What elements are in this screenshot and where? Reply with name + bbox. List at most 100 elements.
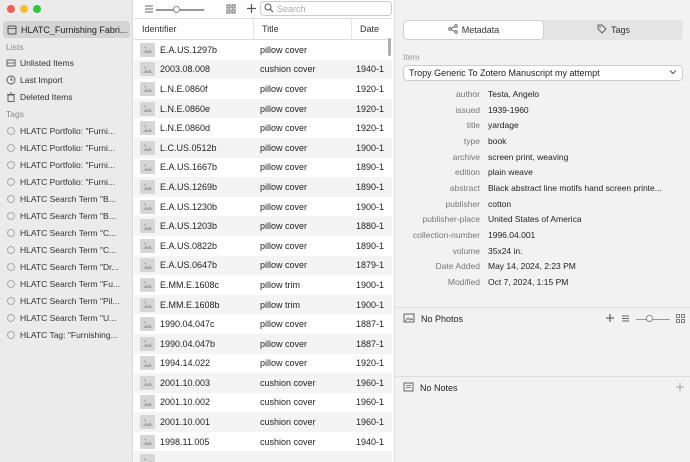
- table-row[interactable]: 1990.04.047c pillow cover 1887-1: [134, 314, 392, 334]
- list-view-icon[interactable]: [144, 4, 154, 16]
- photo-list-view-icon[interactable]: [621, 314, 630, 325]
- photo-thumbnail-icon: [140, 356, 155, 371]
- metadata-field[interactable]: publisher-place United States of America: [395, 212, 690, 228]
- cell-identifier: E.A.US.1269b: [134, 179, 254, 194]
- table-row[interactable]: 2003.08.008 cushion cover 1940-1: [134, 59, 392, 80]
- field-value[interactable]: screen print, weaving: [488, 152, 678, 162]
- table-row[interactable]: L.N.E.0860e pillow cover 1920-1: [134, 98, 392, 119]
- tab-metadata[interactable]: Metadata: [403, 20, 544, 40]
- tag-item[interactable]: HLATC Search Term "Pil...: [6, 293, 130, 308]
- table-row[interactable]: [134, 451, 392, 462]
- field-value[interactable]: 1996.04.001: [488, 230, 678, 240]
- field-value[interactable]: Oct 7, 2024, 1:15 PM: [488, 277, 678, 287]
- table-row[interactable]: L.C.US.0512b pillow cover 1900-1: [134, 137, 392, 158]
- column-header-identifier[interactable]: Identifier: [134, 19, 254, 40]
- list-item-unlisted[interactable]: Unlisted Items: [6, 55, 130, 70]
- tag-item[interactable]: HLATC Search Term "Fu...: [6, 276, 130, 291]
- tag-item[interactable]: HLATC Search Term "B...: [6, 191, 130, 206]
- tag-item[interactable]: HLATC Search Term "C...: [6, 225, 130, 240]
- metadata-field[interactable]: abstract Black abstract line motifs hand …: [395, 180, 690, 196]
- field-value[interactable]: 1939-1960: [488, 105, 678, 115]
- table-row[interactable]: E.A.US.1203b pillow cover 1880-1: [134, 216, 392, 236]
- tag-circle-icon: [7, 296, 15, 305]
- metadata-field[interactable]: edition plain weave: [395, 164, 690, 180]
- tag-label: HLATC Portfolio: "Furni...: [20, 125, 115, 136]
- table-row[interactable]: 2001.10.002 cushion cover 1960-1: [134, 393, 392, 413]
- tag-item[interactable]: HLATC Portfolio: "Furni...: [6, 157, 130, 172]
- table-row[interactable]: 2001.10.001 cushion cover 1960-1: [134, 412, 392, 432]
- field-value[interactable]: book: [488, 136, 678, 146]
- tag-label: HLATC Search Term "B...: [20, 193, 116, 204]
- zoom-slider-knob[interactable]: [173, 6, 180, 13]
- metadata-field[interactable]: Modified Oct 7, 2024, 1:15 PM: [395, 274, 690, 290]
- grid-view-icon[interactable]: [226, 4, 236, 16]
- field-value[interactable]: Testa, Angelo: [488, 89, 678, 99]
- field-value[interactable]: United States of America: [488, 214, 678, 224]
- table-row[interactable]: E.A.US.1269b pillow cover 1890-1: [134, 177, 392, 197]
- metadata-field[interactable]: volume 35x24 in.: [395, 243, 690, 259]
- list-item-last-import[interactable]: Last Import: [6, 72, 130, 87]
- add-photo-icon[interactable]: [605, 313, 615, 325]
- field-value[interactable]: Black abstract line motifs hand screen p…: [488, 183, 678, 193]
- field-value[interactable]: yardage: [488, 120, 678, 130]
- metadata-field[interactable]: collection-number 1996.04.001: [395, 227, 690, 243]
- metadata-field[interactable]: type book: [395, 133, 690, 149]
- zoom-slider-track[interactable]: [156, 9, 204, 11]
- item-section-label: Item: [403, 52, 420, 62]
- tag-item[interactable]: HLATC Search Term "U...: [6, 310, 130, 325]
- add-note-icon[interactable]: [675, 382, 685, 394]
- photo-zoom-slider[interactable]: [636, 315, 670, 323]
- tag-item[interactable]: HLATC Portfolio: "Furni...: [6, 174, 130, 189]
- cell-date: 1890-1: [356, 240, 385, 251]
- photo-grid-view-icon[interactable]: [676, 313, 685, 325]
- zoom-slider[interactable]: [144, 4, 236, 14]
- table-row[interactable]: L.N.E.0860d pillow cover 1920-1: [134, 118, 392, 138]
- add-item-icon[interactable]: [246, 3, 257, 16]
- table-row[interactable]: 1990.04.047b pillow cover 1887-1: [134, 333, 392, 354]
- table-row[interactable]: E.MM.E.1608c pillow trim 1900-1: [134, 275, 392, 295]
- tag-item[interactable]: HLATC Search Term "Dr...: [6, 259, 130, 274]
- field-value[interactable]: 35x24 in.: [488, 246, 678, 256]
- table-row[interactable]: E.A.US.1297b pillow cover: [134, 40, 392, 60]
- list-item-deleted[interactable]: Deleted Items: [6, 89, 130, 104]
- field-value[interactable]: plain weave: [488, 167, 678, 177]
- search-box[interactable]: [260, 1, 392, 16]
- tag-item[interactable]: HLATC Search Term "B...: [6, 208, 130, 223]
- table-row[interactable]: E.A.US.0822b pillow cover 1890-1: [134, 236, 392, 256]
- photo-thumbnail-icon: [140, 140, 155, 155]
- metadata-field[interactable]: issued 1939-1960: [395, 102, 690, 118]
- field-name: publisher-place: [422, 214, 480, 225]
- field-value[interactable]: May 14, 2024, 2:23 PM: [488, 261, 678, 271]
- cell-title: pillow cover: [260, 83, 308, 94]
- metadata-field[interactable]: Date Added May 14, 2024, 2:23 PM: [395, 259, 690, 275]
- table-row[interactable]: E.A.US.1667b pillow cover 1890-1: [134, 158, 392, 178]
- search-input[interactable]: [277, 3, 377, 14]
- field-value[interactable]: cotton: [488, 199, 678, 209]
- table-row[interactable]: L.N.E.0860f pillow cover 1920-1: [134, 79, 392, 99]
- project-item[interactable]: HLATC_Furnishing Fabri...: [3, 21, 130, 38]
- table-row[interactable]: 2001.10.003 cushion cover 1960-1: [134, 373, 392, 393]
- metadata-field[interactable]: title yardage: [395, 117, 690, 133]
- table-row[interactable]: E.A.US.0647b pillow cover 1879-1: [134, 255, 392, 276]
- minimize-window-button[interactable]: [20, 5, 28, 13]
- table-row[interactable]: E.MM.E.1608b pillow trim 1900-1: [134, 294, 392, 315]
- tag-item[interactable]: HLATC Search Term "C...: [6, 242, 130, 257]
- tag-circle-icon: [7, 160, 15, 169]
- table-row[interactable]: E.A.US.1230b pillow cover 1900-1: [134, 197, 392, 217]
- tab-tags[interactable]: Tags: [544, 20, 683, 40]
- tag-item[interactable]: HLATC Tag: "Furnishing...: [6, 327, 130, 342]
- zoom-window-button[interactable]: [33, 5, 41, 13]
- table-row[interactable]: 1994.14.022 pillow cover 1920-1: [134, 354, 392, 374]
- metadata-field[interactable]: publisher cotton: [395, 196, 690, 212]
- cell-identifier: 2001.10.002: [134, 395, 254, 410]
- table-row[interactable]: 1998.11.005 cushion cover 1940-1: [134, 432, 392, 452]
- tag-item[interactable]: HLATC Portfolio: "Furni...: [6, 140, 130, 155]
- column-header-date[interactable]: Date: [352, 19, 392, 40]
- item-template-select[interactable]: Tropy Generic To Zotero Manuscript my at…: [403, 65, 683, 81]
- table-scrollbar[interactable]: [388, 38, 391, 56]
- close-window-button[interactable]: [7, 5, 15, 13]
- metadata-field[interactable]: author Testa, Angelo: [395, 86, 690, 102]
- metadata-field[interactable]: archive screen print, weaving: [395, 149, 690, 165]
- column-header-title[interactable]: Title: [254, 19, 352, 40]
- tag-item[interactable]: HLATC Portfolio: "Furni...: [6, 123, 130, 138]
